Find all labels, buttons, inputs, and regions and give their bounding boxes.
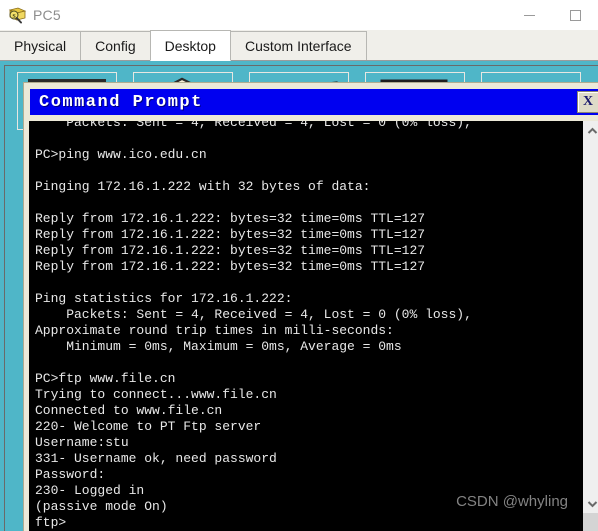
chevron-up-icon [587,127,598,134]
terminal-line: Password: [35,467,106,482]
tab-desktop[interactable]: Desktop [149,30,231,61]
minimize-icon [523,14,535,16]
scrollbar-track[interactable] [583,140,598,494]
command-prompt-titlebar: Command Prompt X [29,88,598,116]
maximize-button[interactable] [552,0,598,30]
close-icon[interactable]: X [577,91,598,113]
terminal-line: 331- Username ok, need password [35,451,277,466]
terminal-line: Reply from 172.16.1.222: bytes=32 time=0… [35,259,426,274]
terminal-line: Packets: Sent = 4, Received = 4, Lost = … [35,307,472,322]
tab-physical[interactable]: Physical [0,31,82,60]
terminal-line: Reply from 172.16.1.222: bytes=32 time=0… [35,243,426,258]
tab-config[interactable]: Config [80,31,151,60]
terminal-line: PC>ping www.ico.edu.cn [35,147,207,162]
packet-tracer-icon: S [7,5,27,25]
terminal-line: Reply from 172.16.1.222: bytes=32 time=0… [35,227,426,242]
desktop-surface: Command Prompt X Packets: Sent = 4, Rece… [4,65,598,531]
terminal-line: Packets: Sent = 4, Received = 4, Lost = … [35,121,472,130]
terminal-line: (passive mode On) [35,499,168,514]
terminal-text: Packets: Sent = 4, Received = 4, Lost = … [35,121,582,531]
app-root: S PC5 Physical Config Desktop Custom Int… [0,0,598,531]
scroll-down-button[interactable] [583,494,598,513]
tab-custom-interface[interactable]: Custom Interface [229,31,367,60]
window-title: PC5 [33,7,61,23]
terminal-line: Pinging 172.16.1.222 with 32 bytes of da… [35,179,371,194]
close-button-label: X [582,94,594,109]
terminal-line: ftp> [35,515,67,530]
terminal-scrollbar[interactable] [582,121,598,531]
tab-custom-interface-label: Custom Interface [244,38,352,54]
tab-config-label: Config [95,38,136,54]
terminal-line: PC>ftp www.file.cn [35,371,176,386]
terminal-line: Trying to connect...www.file.cn [35,387,277,402]
command-prompt-title: Command Prompt [39,92,203,112]
command-prompt-window: Command Prompt X Packets: Sent = 4, Rece… [23,82,598,531]
chevron-down-icon [587,500,598,507]
tab-strip: Physical Config Desktop Custom Interface [0,30,598,61]
minimize-button[interactable] [506,0,552,30]
terminal-line: Minimum = 0ms, Maximum = 0ms, Average = … [35,339,402,354]
terminal-line: Username:stu [35,435,129,450]
scroll-up-button[interactable] [583,121,598,140]
terminal-line: Ping statistics for 172.16.1.222: [35,291,293,306]
window-titlebar: S PC5 [0,0,598,30]
packet-tracer-desktop: Command Prompt X Packets: Sent = 4, Rece… [0,61,598,531]
terminal-line: 230- Logged in [35,483,145,498]
tab-desktop-label: Desktop [164,37,216,54]
terminal-line: Approximate round trip times in milli-se… [35,323,394,338]
terminal-area: Packets: Sent = 4, Received = 4, Lost = … [29,121,598,531]
tab-physical-label: Physical [14,38,67,54]
terminal-line: Reply from 172.16.1.222: bytes=32 time=0… [35,211,426,226]
terminal-output[interactable]: Packets: Sent = 4, Received = 4, Lost = … [29,121,582,531]
maximize-icon [569,9,581,21]
terminal-line: Connected to www.file.cn [35,403,223,418]
scrollbar-corner [583,513,598,531]
terminal-line: 220- Welcome to PT Ftp server [35,419,262,434]
window-controls [506,0,598,30]
tab-strip-filler [365,31,598,60]
